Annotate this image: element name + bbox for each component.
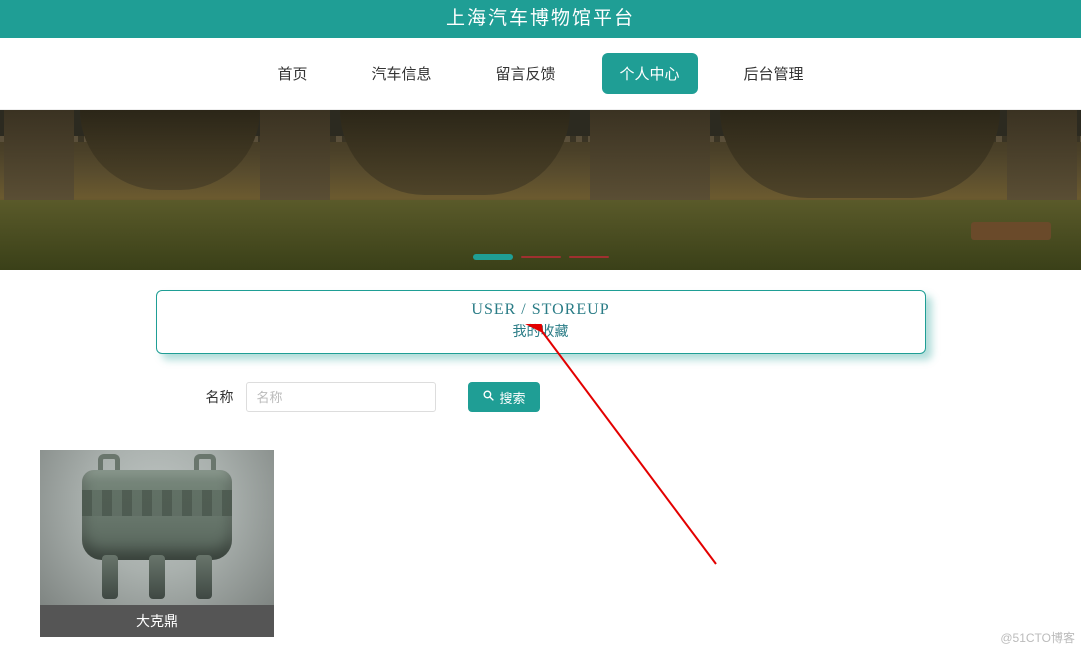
section-title-en: USER / STOREUP bbox=[157, 301, 925, 319]
section-title-cn: 我的收藏 bbox=[157, 321, 925, 341]
search-button[interactable]: 搜索 bbox=[468, 382, 540, 412]
hero-decor bbox=[80, 110, 260, 190]
carousel-dot-3[interactable] bbox=[569, 256, 609, 258]
hero-decor bbox=[4, 110, 74, 200]
carousel-dot-2[interactable] bbox=[521, 256, 561, 258]
hero-decor bbox=[1007, 110, 1077, 200]
nav-user-center[interactable]: 个人中心 bbox=[602, 53, 698, 94]
carousel-dot-1[interactable] bbox=[473, 254, 513, 260]
result-grid: 大克鼎 bbox=[0, 450, 1081, 637]
result-card-title: 大克鼎 bbox=[40, 605, 274, 637]
search-label: 名称 bbox=[206, 387, 234, 407]
result-card[interactable]: 大克鼎 bbox=[40, 450, 274, 637]
watermark: @51CTO博客 bbox=[1000, 629, 1075, 646]
search-icon bbox=[482, 389, 495, 405]
hero-decor bbox=[590, 110, 710, 200]
nav-car-info[interactable]: 汽车信息 bbox=[353, 53, 449, 94]
search-input[interactable] bbox=[246, 382, 436, 412]
hero-decor bbox=[720, 110, 1000, 198]
section-title-box: USER / STOREUP 我的收藏 bbox=[156, 290, 926, 354]
search-row: 名称 搜索 bbox=[156, 382, 926, 412]
nav-feedback[interactable]: 留言反馈 bbox=[477, 53, 573, 94]
hero-decor bbox=[260, 110, 330, 200]
result-card-image bbox=[40, 450, 274, 605]
carousel-dots bbox=[473, 254, 609, 260]
nav-bar: 首页 汽车信息 留言反馈 个人中心 后台管理 bbox=[0, 38, 1081, 110]
hero-decor bbox=[971, 222, 1051, 240]
nav-admin[interactable]: 后台管理 bbox=[726, 53, 822, 94]
nav-home[interactable]: 首页 bbox=[259, 53, 325, 94]
hero-carousel[interactable] bbox=[0, 110, 1081, 270]
hero-decor bbox=[340, 110, 570, 195]
site-title: 上海汽车博物馆平台 bbox=[0, 0, 1081, 38]
search-button-label: 搜索 bbox=[500, 388, 526, 407]
